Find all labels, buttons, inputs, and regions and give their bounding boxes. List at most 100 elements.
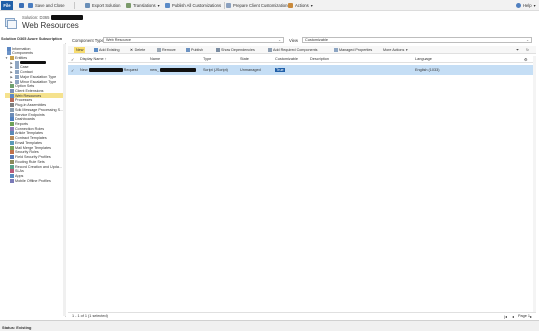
publish-all-icon (165, 3, 170, 8)
dependencies-icon (216, 48, 220, 52)
translations-icon (126, 3, 131, 8)
save-icon-button[interactable] (19, 1, 24, 10)
grid-body (68, 76, 536, 310)
redacted-text (20, 60, 46, 65)
save-icon (19, 3, 24, 8)
new-button[interactable]: New (74, 47, 86, 53)
show-dependencies-label: Show Dependencies (221, 48, 255, 52)
managed-properties-button[interactable]: Managed Properties (334, 47, 372, 53)
required-components-icon (268, 48, 272, 52)
delete-label: Delete (134, 48, 146, 52)
column-settings-icon[interactable]: ⚙ (524, 57, 527, 62)
status-text: Status: Existing (2, 325, 32, 330)
expander-icon[interactable]: ▼ (5, 56, 8, 60)
page-title: Web Resources (22, 21, 79, 30)
redacted-text (88, 68, 123, 72)
prepare-client-label: Prepare Client Customizations (233, 3, 290, 8)
chevron-down-icon: ⌄ (278, 38, 281, 42)
view-value: Customizable (305, 38, 329, 42)
view-select[interactable]: Customizable ⌄ (302, 37, 532, 43)
prepare-client-button[interactable]: Prepare Client Customizations (226, 1, 290, 10)
component-type-value: Web Resource (106, 38, 132, 42)
refresh-icon: ↻ (526, 48, 530, 52)
column-header-customizable[interactable]: Customizable (275, 57, 298, 61)
delete-button[interactable]: ✕ Delete (130, 47, 145, 53)
column-header-state[interactable]: State (240, 57, 249, 61)
next-page-icon[interactable]: ▸ (530, 314, 532, 319)
new-label: New (76, 48, 84, 52)
remove-icon (157, 48, 161, 52)
save-close-icon (28, 3, 33, 8)
chevron-down-icon: ▾ (310, 3, 313, 8)
filter-button[interactable]: ⏷ (516, 47, 519, 53)
grid-footer: 1 - 1 of 1 (1 selected) |◂ ◂ Page 1 ▸ (68, 312, 536, 319)
help-button[interactable]: Help ▾ (516, 1, 536, 10)
add-existing-button[interactable]: Add Existing (94, 47, 120, 53)
help-label: Help (523, 3, 532, 8)
add-required-components-button[interactable]: Add Required Components (268, 47, 317, 53)
previous-page-icon[interactable]: ◂ (512, 314, 514, 319)
column-header-language[interactable]: Language (415, 57, 432, 61)
select-all-checkbox[interactable]: ✓ (71, 57, 74, 62)
publish-icon (186, 48, 190, 52)
ribbon-separator (224, 2, 225, 9)
more-actions-label: More Actions (383, 48, 405, 52)
sort-ascending-icon: ↑ (104, 57, 107, 61)
view-label: View (289, 38, 299, 43)
add-icon (94, 48, 98, 52)
component-type-label: Component Type (72, 38, 104, 43)
component-type-select[interactable]: Web Resource ⌄ (103, 37, 284, 43)
more-actions-button[interactable]: More Actions ▾ (383, 47, 408, 53)
selection-summary: 1 - 1 of 1 (1 selected) (72, 314, 108, 318)
cell-display-name[interactable]: New Request (80, 68, 138, 72)
publish-all-label: Publish All Customizations (172, 3, 222, 8)
column-header-description[interactable]: Description (310, 57, 329, 61)
export-icon (85, 3, 90, 8)
file-button[interactable]: File (1, 1, 13, 10)
table-row[interactable]: ✓ New Request new_ Script (JScript) Unma… (68, 65, 534, 75)
ribbon: File Save and Close Export Solution Tran… (0, 0, 539, 11)
add-required-label: Add Required Components (273, 48, 318, 52)
managed-properties-label: Managed Properties (339, 48, 373, 52)
translations-label: Translations (133, 3, 156, 8)
column-header-type[interactable]: Type (203, 57, 211, 61)
chevron-down-icon: ▾ (533, 3, 536, 8)
publish-button[interactable]: Publish (186, 47, 203, 53)
web-resources-header-icon (5, 18, 17, 29)
grid-scrollbar[interactable] (533, 56, 536, 312)
actions-button[interactable]: Actions ▾ (288, 1, 313, 10)
export-solution-label: Export Solution (92, 3, 121, 8)
cell-name[interactable]: new_ (150, 68, 197, 72)
save-and-close-button[interactable]: Save and Close (28, 1, 65, 10)
delete-icon: ✕ (130, 48, 134, 52)
refresh-button[interactable]: ↻ (526, 47, 529, 53)
export-solution-button[interactable]: Export Solution (85, 1, 120, 10)
publish-label: Publish (191, 48, 204, 52)
solution-prefix: Solution: D365 (22, 15, 50, 20)
sidebar-item[interactable]: Mobile Offline Profiles (5, 178, 51, 183)
mobile-offline-icon (9, 178, 14, 183)
managed-properties-icon (334, 48, 338, 52)
show-dependencies-button[interactable]: Show Dependencies (216, 47, 255, 53)
grid-header: ✓ Display Name ↑ Name Type State Customi… (68, 56, 536, 63)
row-checkbox[interactable]: ✓ (71, 68, 74, 73)
solution-name: Solution D365 Azure Subscription (1, 37, 63, 41)
add-existing-label: Add Existing (99, 48, 120, 52)
remove-label: Remove (162, 48, 176, 52)
cell-state: Unmanaged (240, 68, 261, 72)
translations-button[interactable]: Translations ▾ (126, 1, 160, 10)
cell-type: Script (JScript) (203, 68, 228, 72)
column-header-display-name[interactable]: Display Name ↑ (80, 57, 107, 61)
chevron-down-icon: ▾ (157, 3, 160, 8)
column-header-name[interactable]: Name (150, 57, 160, 61)
grid-toolbar: New Add Existing ✕ Delete Remove Publish… (68, 46, 536, 54)
redacted-text (51, 15, 84, 20)
publish-all-button[interactable]: Publish All Customizations (165, 1, 221, 10)
sidebar-scrollbar[interactable] (63, 44, 66, 316)
ribbon-separator (74, 2, 75, 9)
actions-label: Actions (295, 3, 309, 8)
cell-customizable: True (275, 68, 285, 72)
remove-button[interactable]: Remove (157, 47, 176, 53)
chevron-down-icon: ⌄ (526, 38, 529, 42)
first-page-icon[interactable]: |◂ (504, 314, 507, 319)
